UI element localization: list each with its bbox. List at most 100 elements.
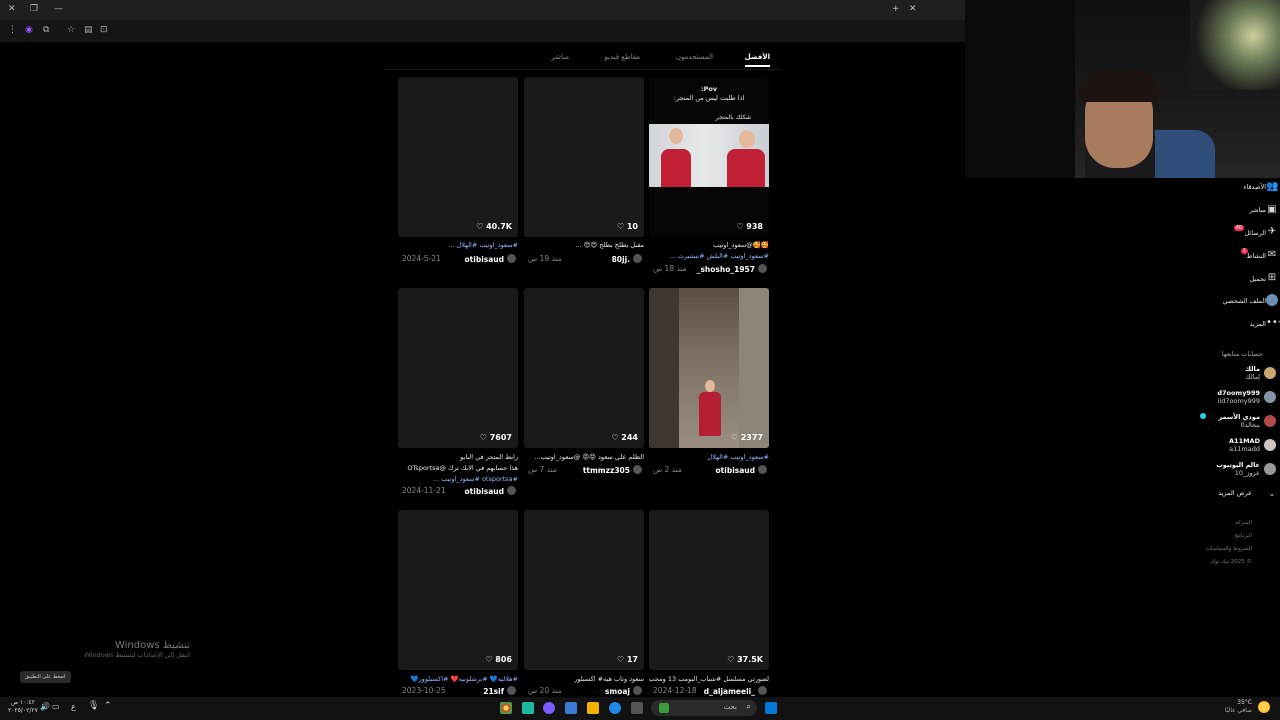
following-account[interactable]: مالك إمالك <box>1245 365 1260 381</box>
video-caption: #هلاليه💙 #برشلونيه❤️ #اكسبلوور💙 <box>410 675 518 683</box>
chrome-icon[interactable] <box>500 702 512 714</box>
bookmark-star-icon[interactable]: ☆ <box>67 25 75 35</box>
footer-link[interactable]: الشركة <box>1235 520 1252 526</box>
video-author[interactable]: _shosho_1957 <box>697 264 767 274</box>
video-author[interactable]: otibisaud <box>465 254 516 264</box>
following-account[interactable]: عالم اليوتيوب عزوز_10 <box>1216 461 1260 477</box>
video-card[interactable]: ♡ 7607 <box>398 288 518 448</box>
sidebar-item-more[interactable]: المزيد <box>1250 320 1266 328</box>
tab-top[interactable]: الأفضل <box>744 53 771 67</box>
messages-icon: ✈ <box>1267 226 1277 237</box>
video-card[interactable]: ♡ 37.5K <box>649 510 769 670</box>
network-icon[interactable]: ▭ <box>52 702 60 711</box>
minimize-icon[interactable]: — <box>54 4 63 14</box>
weather-widget[interactable]: 35°C صافي غالبًا <box>1225 699 1252 715</box>
tray-chevron-icon[interactable]: ⌃ <box>104 701 112 711</box>
video-overlay-caption: شكلك بالمتجر <box>715 114 751 121</box>
see-more-button[interactable]: عرض المزيد <box>1218 489 1252 497</box>
video-card[interactable]: ♡ 2377 <box>649 288 769 448</box>
like-count: ♡ 40.7K <box>476 222 512 231</box>
avatar <box>1264 367 1276 379</box>
video-card[interactable]: ♡ 40.7K <box>398 77 518 237</box>
search-tabs: الأفضل المستخدمون مقاطع فيديو مباشر <box>385 42 780 70</box>
following-account[interactable]: A11MAD a11madd <box>1229 437 1260 453</box>
sidebar-item-activity[interactable]: النشاط <box>1246 252 1266 260</box>
footer-link[interactable]: الشروط والسياسات <box>1206 546 1252 552</box>
new-tab-icon[interactable]: + <box>892 4 900 14</box>
language-indicator[interactable]: ع <box>71 702 76 711</box>
avatar <box>1264 415 1276 427</box>
browser-toolbar: ⋮ ◉ ⧉ ☆ ▤ ⊡ <box>0 20 965 42</box>
video-meta: otibisaud 2024-5-21 <box>398 254 518 266</box>
video-meta: otibisaud 2024-11-21 <box>398 486 518 498</box>
sidebar-item-messages[interactable]: الرسائل <box>1244 229 1266 237</box>
watermark-title: تنشيط Windows <box>114 640 190 651</box>
video-date: 2024-11-21 <box>402 486 446 495</box>
video-date: منذ 20 س <box>528 686 562 695</box>
edge-icon[interactable] <box>609 702 621 714</box>
following-title: حسابات متابعها <box>1221 350 1263 358</box>
taskbar-search[interactable]: بحث ⌕ <box>651 700 757 716</box>
live-icon: ▣ <box>1267 204 1277 215</box>
app-icon[interactable] <box>522 702 534 714</box>
sidebar-item-upload[interactable]: تحميل <box>1249 275 1266 283</box>
video-caption: مقبل بطلج بطلج 😍😍 ... <box>575 241 644 249</box>
task-view-icon[interactable] <box>631 702 643 714</box>
video-meta: _shosho_1957 منذ 18 س <box>649 264 769 276</box>
extensions-puzzle-icon[interactable]: ⧉ <box>43 25 49 35</box>
video-card[interactable]: ♡ 17 <box>524 510 644 670</box>
video-date: 2024-12-18 <box>653 686 697 695</box>
video-card[interactable]: ♡ 806 <box>398 510 518 670</box>
avatar <box>1264 439 1276 451</box>
following-account[interactable]: d7oomy999 iid7oomy999 <box>1217 389 1260 405</box>
video-author[interactable]: 21sif <box>483 686 516 696</box>
video-date: منذ 18 س <box>653 264 687 273</box>
video-card[interactable]: Pov: اذا طلبت ليس من المتجر: شكلك بالمتج… <box>649 77 769 237</box>
close-icon[interactable]: ✕ <box>8 4 16 14</box>
video-author[interactable]: d_aljameeli_ <box>704 686 767 696</box>
tab-live[interactable]: مباشر <box>551 53 569 61</box>
video-date: 2023-10-25 <box>402 686 446 695</box>
video-author[interactable]: 80jj. <box>612 254 642 264</box>
extension-icon[interactable]: ◉ <box>25 25 33 35</box>
friends-icon: 👥 <box>1266 181 1279 192</box>
video-meta: ttmmzz305 منذ 7 س <box>524 465 644 477</box>
video-author[interactable]: smoaj <box>605 686 642 696</box>
split-view-icon[interactable]: ⊡ <box>100 25 108 35</box>
video-date: منذ 7 س <box>528 465 557 474</box>
sidebar-item-profile[interactable]: الملف الشخصي <box>1223 297 1266 305</box>
following-account[interactable]: مودي الأسمر بنخالد0 <box>1218 413 1260 429</box>
video-card[interactable]: ♡ 10 <box>524 77 644 237</box>
sidebar-icon[interactable]: ▤ <box>84 25 93 35</box>
sidebar-item-friends[interactable]: الأصدقاء <box>1243 183 1266 191</box>
clock[interactable]: ١٠:٤٢ ص ٢٠٢٥/٠٢/٢٧ <box>8 699 38 715</box>
browser-title-bar: ✕ ❐ — + ✕ <box>0 0 965 20</box>
file-explorer-icon[interactable] <box>587 702 599 714</box>
volume-icon[interactable]: 🔊 <box>40 702 50 711</box>
store-icon[interactable] <box>565 702 577 714</box>
footer-link[interactable]: البرنامج <box>1234 533 1252 539</box>
restore-icon[interactable]: ❐ <box>30 4 38 14</box>
like-count: ♡ 10 <box>616 222 638 231</box>
video-author[interactable]: ttmmzz305 <box>583 465 642 475</box>
video-author[interactable]: otibisaud <box>465 486 516 496</box>
windows-start-icon[interactable] <box>765 702 777 714</box>
video-caption: سعود وتاب هيه# اكسبلور <box>574 675 644 683</box>
mic-icon[interactable]: 🎙 <box>88 701 99 711</box>
video-date: منذ 2 س <box>653 465 682 474</box>
tab-users[interactable]: المستخدمون <box>676 53 713 61</box>
like-count: ♡ 806 <box>485 655 512 664</box>
discord-icon[interactable] <box>543 702 555 714</box>
close-tab-icon[interactable]: ✕ <box>909 4 917 14</box>
search-icon: ⌕ <box>746 702 751 711</box>
sidebar-item-live[interactable]: مباشر <box>1250 206 1266 214</box>
watermark-subtitle: انتقل إلى الإعدادات لتنشيط Windows <box>84 651 190 659</box>
video-card[interactable]: ♡ 244 <box>524 288 644 448</box>
video-caption: رابط المتجر في البايو هذا حسابهم في الاب… <box>407 453 518 483</box>
activity-badge: 1 <box>1240 248 1248 254</box>
webcam-overlay <box>965 0 1280 178</box>
menu-dots-icon[interactable]: ⋮ <box>8 25 17 35</box>
tab-videos[interactable]: مقاطع فيديو <box>604 53 640 61</box>
video-author[interactable]: otibisaud <box>716 465 767 475</box>
video-caption: #سعود_اوتيب #الهلال ... <box>448 241 518 249</box>
